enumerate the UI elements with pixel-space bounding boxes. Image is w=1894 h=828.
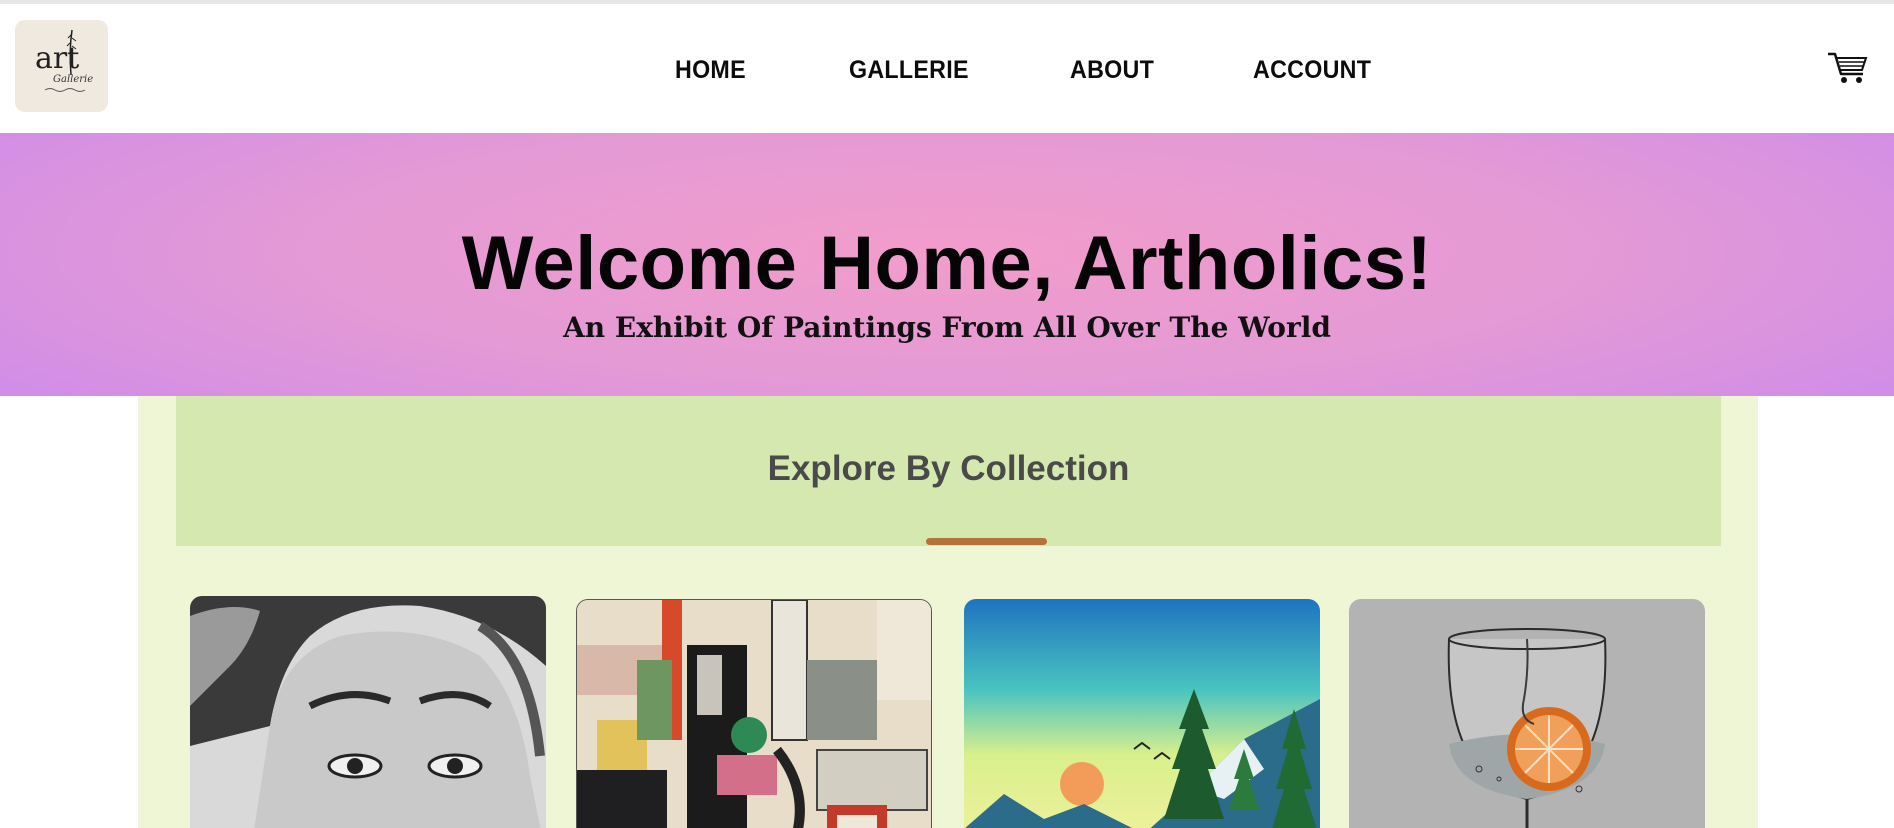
hero-subtitle: An Exhibit Of Paintings From All Over Th…: [563, 311, 1331, 344]
collection-title: Explore By Collection: [767, 449, 1130, 488]
hero-banner: Welcome Home, Artholics! An Exhibit Of P…: [0, 133, 1894, 396]
collection-card-landscape[interactable]: [964, 599, 1320, 828]
hero-title: Welcome Home, Artholics!: [461, 221, 1433, 306]
collection-section: Explore By Collection: [138, 396, 1758, 828]
portrait-sketch-image: [190, 596, 546, 828]
site-logo[interactable]: art Gallerie: [15, 20, 108, 112]
collection-card-abstract[interactable]: [576, 599, 932, 828]
nav-account[interactable]: ACCOUNT: [1253, 56, 1371, 85]
shopping-cart-icon[interactable]: [1826, 50, 1870, 86]
glass-orange-sketch-image: [1349, 599, 1705, 828]
nav-about[interactable]: ABOUT: [1070, 56, 1154, 85]
nav-home[interactable]: HOME: [675, 56, 746, 85]
title-divider: [926, 538, 1047, 545]
logo-text-gallerie: Gallerie: [53, 74, 93, 85]
collection-card-glass[interactable]: [1349, 599, 1705, 828]
collection-header: Explore By Collection: [176, 396, 1721, 546]
collection-card-portrait[interactable]: [190, 596, 546, 828]
landscape-sunset-image: [964, 599, 1320, 828]
main-nav: HOME GALLERIE ABOUT ACCOUNT: [0, 4, 1894, 133]
site-header: art Gallerie HOME GALLERIE ABOUT ACCOUNT: [0, 4, 1894, 133]
cubist-abstract-image: [577, 600, 931, 828]
nav-gallerie[interactable]: GALLERIE: [849, 56, 969, 85]
logo-artwork: art Gallerie: [35, 29, 93, 92]
